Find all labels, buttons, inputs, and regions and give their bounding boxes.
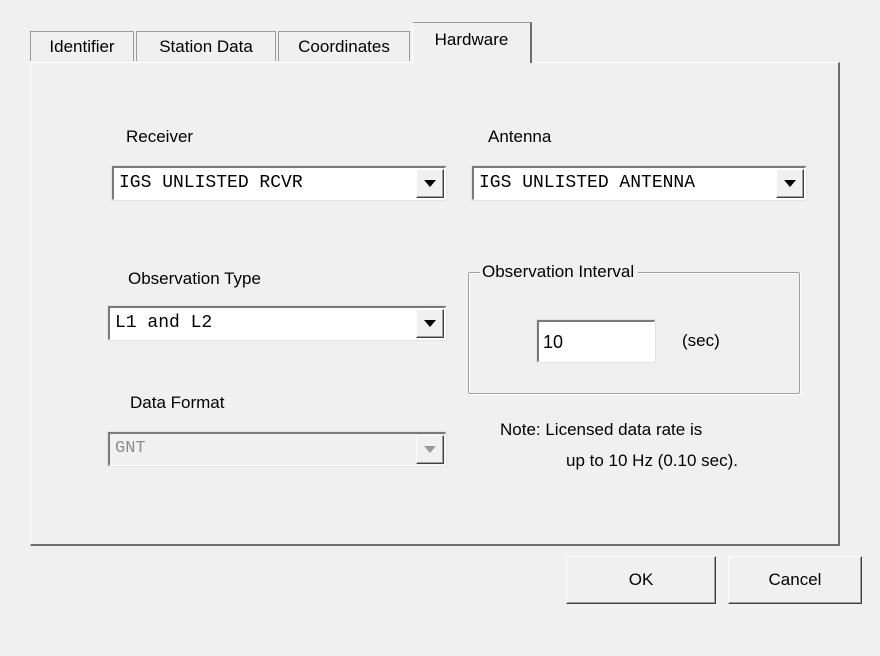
receiver-dropdown-button[interactable] xyxy=(416,169,444,198)
data-format-value: GNT xyxy=(115,439,146,458)
receiver-value: IGS UNLISTED RCVR xyxy=(119,173,303,193)
tab-hardware-label: Hardware xyxy=(434,30,509,49)
observation-type-label: Observation Type xyxy=(128,269,261,288)
note-line-2: up to 10 Hz (0.10 sec). xyxy=(566,451,738,470)
chevron-down-icon xyxy=(424,446,436,453)
data-format-select: GNT xyxy=(108,432,446,466)
observation-interval-input[interactable]: 10 xyxy=(537,320,655,362)
ok-button[interactable]: OK xyxy=(566,556,716,604)
observation-interval-title: Observation Interval xyxy=(480,262,639,282)
tab-hardware[interactable]: Hardware xyxy=(412,22,532,63)
observation-interval-unit: (sec) xyxy=(682,331,720,350)
observation-type-value: L1 and L2 xyxy=(115,313,213,333)
data-format-dropdown-button xyxy=(416,435,444,464)
chevron-down-icon xyxy=(424,320,436,327)
data-format-label: Data Format xyxy=(130,393,225,412)
antenna-select[interactable]: IGS UNLISTED ANTENNA xyxy=(472,166,806,200)
antenna-label: Antenna xyxy=(488,127,552,146)
antenna-dropdown-button[interactable] xyxy=(776,169,804,198)
observation-type-select[interactable]: L1 and L2 xyxy=(108,306,446,340)
observation-type-dropdown-button[interactable] xyxy=(416,309,444,338)
chevron-down-icon xyxy=(784,180,796,187)
cancel-button[interactable]: Cancel xyxy=(728,556,862,604)
antenna-value: IGS UNLISTED ANTENNA xyxy=(479,173,696,193)
chevron-down-icon xyxy=(424,180,436,187)
note-line-1: Note: Licensed data rate is xyxy=(500,420,703,439)
receiver-select[interactable]: IGS UNLISTED RCVR xyxy=(112,166,446,200)
receiver-label: Receiver xyxy=(126,127,194,146)
